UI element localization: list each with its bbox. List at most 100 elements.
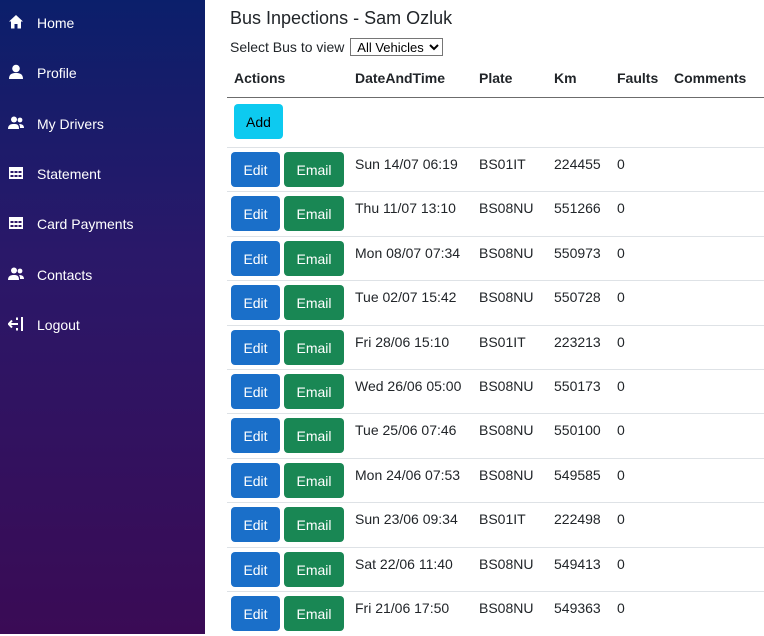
- cell-plate: BS08NU: [479, 467, 534, 483]
- page-title: Bus Inpections - Sam Ozluk: [230, 8, 453, 28]
- edit-button[interactable]: Edit: [231, 152, 280, 187]
- bus-filter-label: Select Bus to view: [230, 39, 345, 55]
- cell-datetime: Sun 23/06 09:34: [355, 511, 458, 527]
- table-row: Edit Email Thu 11/07 13:10 BS08NU 551266 0: [227, 191, 764, 236]
- cell-datetime: Fri 28/06 15:10: [355, 334, 450, 350]
- cell-datetime: Mon 24/06 07:53: [355, 467, 461, 483]
- cell-faults: 0: [617, 334, 625, 350]
- table-row: Edit Email Fri 28/06 15:10 BS01IT 223213 0: [227, 325, 764, 370]
- sidebar-item-label: Contacts: [37, 267, 93, 283]
- cell-faults: 0: [617, 467, 625, 483]
- cell-faults: 0: [617, 289, 625, 305]
- edit-button[interactable]: Edit: [231, 374, 280, 409]
- sidebar-item-card-payments[interactable]: Card Payments: [0, 206, 205, 242]
- email-button[interactable]: Email: [284, 596, 344, 631]
- cell-km: 550973: [554, 245, 601, 261]
- users-icon: [8, 115, 24, 131]
- sidebar-item-label: My Drivers: [37, 116, 104, 132]
- cell-km: 549585: [554, 467, 601, 483]
- cell-km: 549413: [554, 556, 601, 572]
- cell-plate: BS01IT: [479, 156, 526, 172]
- edit-button[interactable]: Edit: [231, 241, 280, 276]
- cell-datetime: Tue 02/07 15:42: [355, 289, 457, 305]
- sidebar-item-contacts[interactable]: Contacts: [0, 257, 205, 293]
- cell-plate: BS08NU: [479, 556, 534, 572]
- sidebar-item-my-drivers[interactable]: My Drivers: [0, 106, 205, 142]
- user-icon: [8, 64, 24, 80]
- sidebar: Home Profile My Drivers Statement Card P…: [0, 0, 205, 634]
- cell-km: 550728: [554, 289, 601, 305]
- email-button[interactable]: Email: [284, 152, 344, 187]
- email-button[interactable]: Email: [284, 463, 344, 498]
- table-row: Edit Email Wed 26/06 05:00 BS08NU 550173 0: [227, 369, 764, 414]
- column-header-km: Km: [554, 70, 577, 86]
- cell-plate: BS01IT: [479, 511, 526, 527]
- cell-km: 222498: [554, 511, 601, 527]
- cell-km: 550100: [554, 422, 601, 438]
- cell-plate: BS08NU: [479, 422, 534, 438]
- cell-datetime: Fri 21/06 17:50: [355, 600, 450, 616]
- cell-km: 551266: [554, 200, 601, 216]
- cell-plate: BS08NU: [479, 289, 534, 305]
- table-row: Edit Email Sun 14/07 06:19 BS01IT 224455 0: [227, 147, 764, 192]
- sidebar-item-home[interactable]: Home: [0, 5, 205, 41]
- cell-faults: 0: [617, 511, 625, 527]
- email-button[interactable]: Email: [284, 285, 344, 320]
- column-header-plate: Plate: [479, 70, 513, 86]
- sidebar-item-logout[interactable]: Logout: [0, 307, 205, 343]
- email-button[interactable]: Email: [284, 241, 344, 276]
- add-button[interactable]: Add: [234, 104, 283, 139]
- cell-datetime: Tue 25/06 07:46: [355, 422, 457, 438]
- edit-button[interactable]: Edit: [231, 596, 280, 631]
- sidebar-item-label: Profile: [37, 65, 77, 81]
- table-row: Edit Email Sat 22/06 11:40 BS08NU 549413 0: [227, 547, 764, 592]
- cell-faults: 0: [617, 556, 625, 572]
- column-header-faults: Faults: [617, 70, 659, 86]
- table-row: Edit Email Fri 21/06 17:50 BS08NU 549363 0: [227, 591, 764, 636]
- email-button[interactable]: Email: [284, 552, 344, 587]
- sidebar-item-label: Logout: [37, 317, 80, 333]
- sidebar-item-label: Card Payments: [37, 216, 134, 232]
- sidebar-item-statement[interactable]: Statement: [0, 156, 205, 192]
- cell-plate: BS08NU: [479, 245, 534, 261]
- table-row: Edit Email Mon 24/06 07:53 BS08NU 549585 0: [227, 458, 764, 503]
- sidebar-item-profile[interactable]: Profile: [0, 55, 205, 91]
- email-button[interactable]: Email: [284, 196, 344, 231]
- email-button[interactable]: Email: [284, 507, 344, 542]
- logout-icon: [7, 316, 24, 332]
- table-header: Actions DateAndTime Plate Km Faults Comm…: [227, 62, 764, 98]
- add-row: Add: [227, 98, 764, 146]
- cell-datetime: Mon 08/07 07:34: [355, 245, 461, 261]
- edit-button[interactable]: Edit: [231, 285, 280, 320]
- table-row: Edit Email Sun 23/06 09:34 BS01IT 222498 0: [227, 502, 764, 547]
- main-content: Bus Inpections - Sam Ozluk Select Bus to…: [205, 0, 764, 634]
- cell-faults: 0: [617, 422, 625, 438]
- edit-button[interactable]: Edit: [231, 418, 280, 453]
- cell-faults: 0: [617, 600, 625, 616]
- cell-datetime: Sun 14/07 06:19: [355, 156, 458, 172]
- users-icon: [8, 266, 24, 282]
- home-icon: [8, 14, 24, 30]
- edit-button[interactable]: Edit: [231, 463, 280, 498]
- cell-faults: 0: [617, 200, 625, 216]
- email-button[interactable]: Email: [284, 418, 344, 453]
- edit-button[interactable]: Edit: [231, 196, 280, 231]
- cell-km: 549363: [554, 600, 601, 616]
- cell-datetime: Sat 22/06 11:40: [355, 556, 453, 572]
- edit-button[interactable]: Edit: [231, 552, 280, 587]
- bus-select[interactable]: All Vehicles: [350, 38, 444, 56]
- cell-faults: 0: [617, 378, 625, 394]
- table-row: Edit Email Tue 25/06 07:46 BS08NU 550100 0: [227, 413, 764, 458]
- cell-plate: BS01IT: [479, 334, 526, 350]
- email-button[interactable]: Email: [284, 330, 344, 365]
- sidebar-item-label: Home: [37, 15, 75, 31]
- table-row: Edit Email Mon 08/07 07:34 BS08NU 550973 0: [227, 236, 764, 281]
- bus-filter: Select Bus to view All Vehicles: [230, 38, 444, 56]
- edit-button[interactable]: Edit: [231, 507, 280, 542]
- cell-plate: BS08NU: [479, 378, 534, 394]
- table-icon: [8, 215, 24, 231]
- edit-button[interactable]: Edit: [231, 330, 280, 365]
- column-header-datetime: DateAndTime: [355, 70, 445, 86]
- email-button[interactable]: Email: [284, 374, 344, 409]
- cell-faults: 0: [617, 245, 625, 261]
